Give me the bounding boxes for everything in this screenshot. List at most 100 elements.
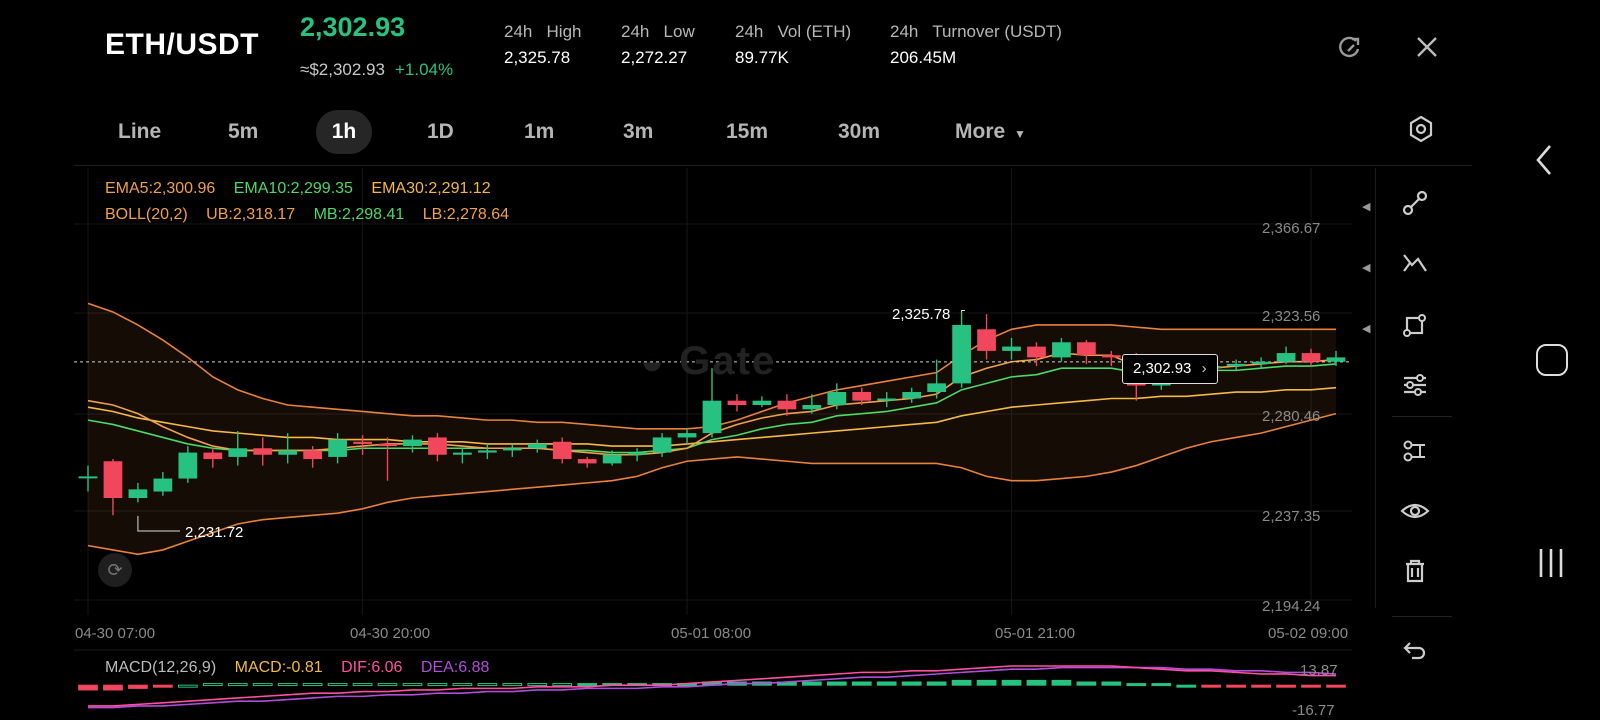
high-marker-label: 2,325.78 (892, 306, 951, 323)
tab-more[interactable]: More ▼ (955, 110, 1026, 154)
macd-histogram-bar (153, 684, 173, 688)
macd-histogram-bar (427, 683, 448, 687)
macd-histogram-bar (128, 684, 148, 689)
tab-1d[interactable]: 1D (427, 110, 454, 154)
macd-histogram-bar (302, 683, 323, 687)
macd-histogram-bar (652, 683, 672, 687)
macd-histogram-bar (1276, 684, 1296, 688)
macd-histogram-bar (277, 683, 298, 687)
x-tick: 05-02 09:00 (1268, 625, 1349, 642)
current-price-value: 2,302.93 (1133, 360, 1192, 377)
visibility-icon[interactable] (1393, 496, 1437, 536)
stat-value: 2,272.27 (621, 48, 688, 67)
y-tick: 2,366.67 (1262, 220, 1321, 237)
low-marker-label: 2,231.72 (185, 524, 244, 541)
macd-histogram-bar (702, 681, 722, 686)
shape-tool-icon[interactable] (1393, 310, 1437, 350)
trendline-tool-icon[interactable] (1393, 188, 1437, 228)
ema-legend: EMA5:2,300.96 EMA10:2,299.35 EMA30:2,291… (105, 180, 491, 198)
macd-histogram-bar (851, 681, 872, 686)
macd-title: MACD(12,26,9) (105, 659, 217, 676)
macd-histogram-bar (801, 681, 822, 686)
pattern-tool-icon[interactable] (1393, 249, 1437, 289)
price-change: +1.04% (394, 60, 454, 79)
macd-histogram-bar (1076, 681, 1097, 686)
boll-label: BOLL(20,2) (105, 206, 188, 223)
macd-histogram-bar (477, 683, 498, 687)
caret-down-icon: ▼ (1014, 127, 1026, 141)
toolbar-separator (1392, 616, 1452, 617)
ema5-label: EMA5:2,300.96 (105, 180, 216, 197)
y-tick: 2,194.24 (1262, 598, 1321, 615)
macd-histogram-bar (1051, 679, 1072, 686)
ema10-label: EMA10:2,299.35 (233, 180, 353, 197)
undo-icon[interactable] (1393, 634, 1437, 674)
tab-1h[interactable]: 1h (316, 110, 372, 154)
indicator-settings-icon[interactable] (1393, 370, 1437, 410)
stat-turnover: 24h Turnover (USDT) 206.45M (890, 22, 1062, 68)
refresh-icon[interactable] (1336, 33, 1364, 61)
nav-home-icon[interactable] (1536, 344, 1568, 376)
delete-icon[interactable] (1393, 556, 1437, 596)
macd-legend: MACD(12,26,9) MACD:-0.81 DIF:6.06 DEA:6.… (105, 659, 489, 677)
tab-30m[interactable]: 30m (838, 110, 880, 154)
macd-histogram-bar (552, 683, 573, 687)
macd-histogram-bar (677, 683, 697, 687)
fiat-price-row: ≈$2,302.93 +1.04% (300, 60, 453, 80)
macd-value: MACD:-0.81 (234, 659, 323, 676)
macd-histogram-bar (1251, 684, 1271, 688)
stat-label: 24h High (504, 22, 582, 41)
boll-mb-label: MB:2,298.41 (313, 206, 405, 223)
boll-ub-label: UB:2,318.17 (206, 206, 296, 223)
macd-histogram-bar (777, 681, 797, 686)
tab-line[interactable]: Line (118, 110, 161, 154)
macd-histogram-bar (752, 681, 772, 686)
macd-histogram-bar (527, 683, 548, 687)
chart-settings-icon[interactable] (1406, 114, 1436, 144)
macd-histogram-bar (202, 683, 223, 687)
y-tick: 2,237.35 (1262, 508, 1321, 525)
caret-left-icon: ◀ (1362, 201, 1371, 213)
macd-histogram-bar (377, 683, 398, 687)
boll-lb-label: LB:2,278.64 (422, 206, 510, 223)
tab-15m[interactable]: 15m (726, 110, 768, 154)
tab-more-label: More (955, 120, 1006, 143)
stat-value: 89.77K (735, 48, 789, 67)
drawing-list-icon[interactable] (1393, 436, 1437, 476)
stat-label: 24h Turnover (USDT) (890, 22, 1062, 41)
macd-histogram-bar (502, 683, 523, 687)
macd-histogram-bar (627, 683, 647, 687)
tab-3m[interactable]: 3m (623, 110, 653, 154)
x-tick: 05-01 21:00 (995, 625, 1076, 642)
tab-5m[interactable]: 5m (228, 110, 258, 154)
macd-histogram-bar (1026, 679, 1047, 686)
caret-left-icon: ◀ (1362, 262, 1371, 274)
chart-area[interactable] (74, 165, 1472, 646)
nav-back-icon[interactable] (1530, 140, 1560, 180)
macd-histogram-bar (402, 683, 423, 687)
macd-histogram-bar (1326, 684, 1346, 688)
fiat-price: ≈$2,302.93 (300, 60, 385, 79)
macd-histogram-bar (177, 684, 198, 688)
dea-value: DEA:6.88 (420, 659, 490, 676)
macd-histogram-bar (103, 684, 123, 691)
close-icon[interactable] (1413, 33, 1441, 61)
current-price-tag[interactable]: 2,302.93 › (1122, 354, 1218, 384)
macd-histogram-bar (727, 681, 747, 686)
watermark-logo: ◒ Gate (640, 339, 777, 383)
macd-histogram-bar (1151, 683, 1172, 687)
stat-label: 24h Vol (ETH) (735, 22, 852, 41)
stat-high: 24h High 2,325.78 (504, 22, 582, 68)
drawing-mode-icon[interactable]: ⟳ (98, 553, 132, 587)
macd-histogram-bar (352, 683, 373, 687)
macd-histogram-bar (1301, 684, 1321, 688)
stat-low: 24h Low 2,272.27 (621, 22, 695, 68)
boll-legend: BOLL(20,2) UB:2,318.17 MB:2,298.41 LB:2,… (105, 206, 509, 224)
macd-histogram-bar (452, 683, 473, 687)
nav-recents-icon[interactable] (1536, 546, 1566, 580)
last-price: 2,302.93 (300, 12, 406, 42)
macd-histogram-bar (1201, 684, 1222, 688)
tab-1m[interactable]: 1m (524, 110, 554, 154)
toolbar-divider (1375, 168, 1376, 608)
stat-value: 206.45M (890, 48, 957, 67)
